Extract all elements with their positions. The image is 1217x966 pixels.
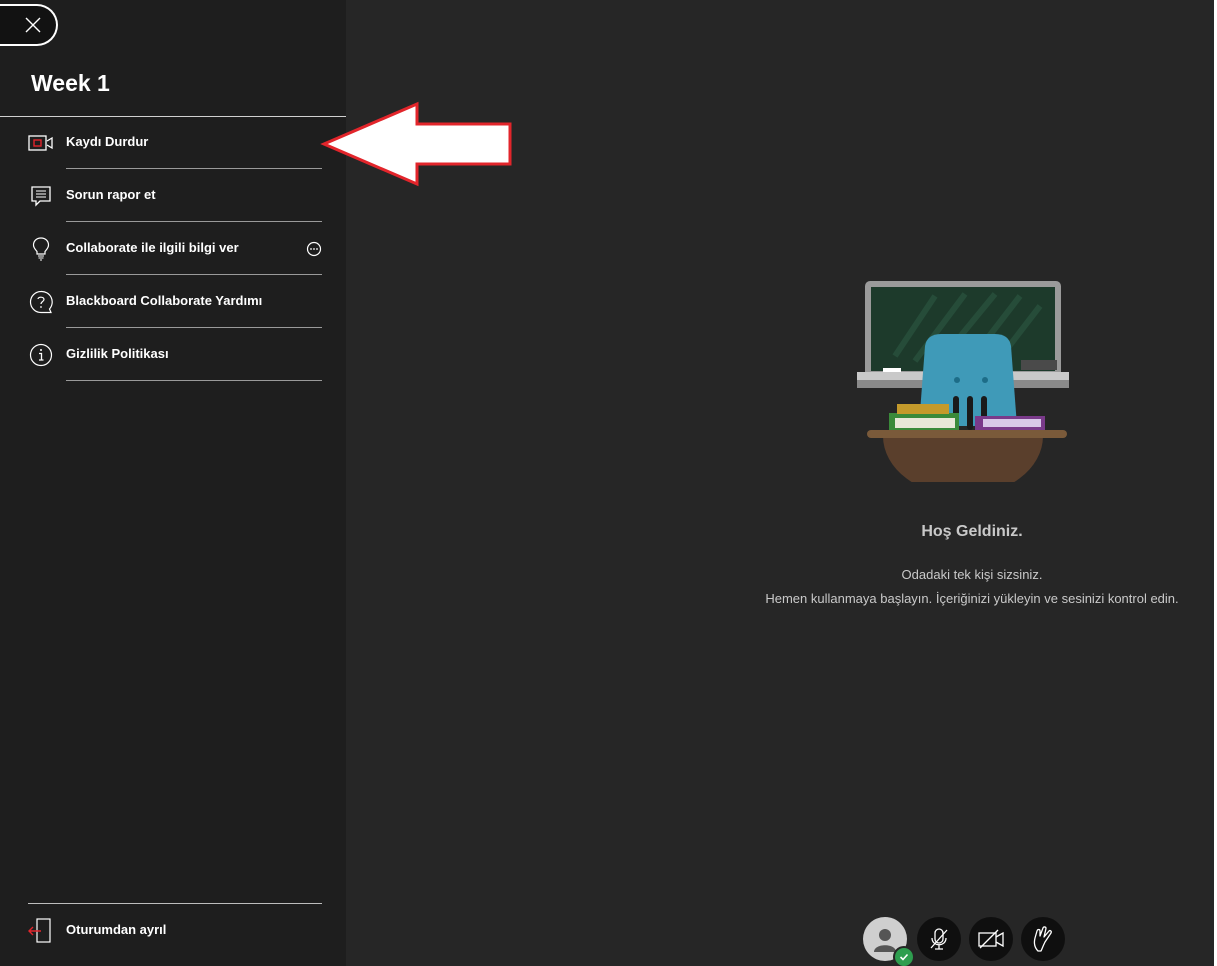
classroom-illustration (857, 281, 1069, 482)
close-panel-button[interactable] (0, 4, 58, 46)
menu-item-feedback[interactable]: Collaborate ile ilgili bilgi ver (28, 223, 322, 275)
menu-divider (66, 380, 322, 381)
lightbulb-icon (28, 236, 54, 262)
welcome-message-line-1: Odadaki tek kişi sizsiniz. (901, 567, 1043, 582)
leave-session-label: Oturumdan ayrıl (66, 922, 167, 937)
info-icon (28, 342, 54, 368)
menu-item-label: Blackboard Collaborate Yardımı (66, 293, 263, 308)
report-icon (28, 183, 54, 209)
leave-divider (28, 903, 322, 904)
exit-icon (28, 918, 52, 949)
camera-toggle-button[interactable] (969, 917, 1013, 961)
help-icon (28, 289, 54, 315)
close-icon (25, 17, 41, 33)
check-icon (899, 953, 909, 961)
camera-off-icon (978, 929, 1004, 949)
menu-item-label: Sorun rapor et (66, 187, 156, 202)
menu-item-privacy-policy[interactable]: Gizlilik Politikası (28, 329, 322, 381)
menu-item-report-issue[interactable]: Sorun rapor et (28, 170, 322, 222)
menu-item-stop-recording[interactable]: Kaydı Durdur (28, 117, 322, 169)
mic-off-icon (930, 928, 948, 950)
menu-item-help[interactable]: Blackboard Collaborate Yardımı (28, 276, 322, 328)
menu-item-label: Collaborate ile ilgili bilgi ver (66, 240, 239, 255)
menu-item-label: Gizlilik Politikası (66, 346, 169, 361)
raise-hand-icon (1033, 926, 1052, 952)
menu-divider (66, 327, 322, 328)
record-stop-icon (28, 130, 54, 156)
collaborate-app: Week 1 Kaydı Durdur Sorun rapor et Colla… (0, 0, 1214, 966)
microphone-toggle-button[interactable] (917, 917, 961, 961)
menu-divider (66, 168, 322, 169)
leave-session-button[interactable]: Oturumdan ayrıl (28, 914, 322, 948)
welcome-title: Hoş Geldiniz. (921, 523, 1023, 540)
raise-hand-button[interactable] (1021, 917, 1065, 961)
session-title: Week 1 (31, 70, 110, 96)
menu-divider (66, 221, 322, 222)
more-options-icon[interactable] (306, 241, 322, 257)
menu-divider (66, 274, 322, 275)
annotation-arrow-icon (320, 101, 512, 187)
status-available-badge (893, 946, 915, 966)
session-menu-panel: Week 1 Kaydı Durdur Sorun rapor et Colla… (0, 0, 346, 966)
welcome-message-line-2: Hemen kullanmaya başlayın. İçeriğinizi y… (765, 591, 1179, 606)
menu-item-label: Kaydı Durdur (66, 134, 149, 149)
